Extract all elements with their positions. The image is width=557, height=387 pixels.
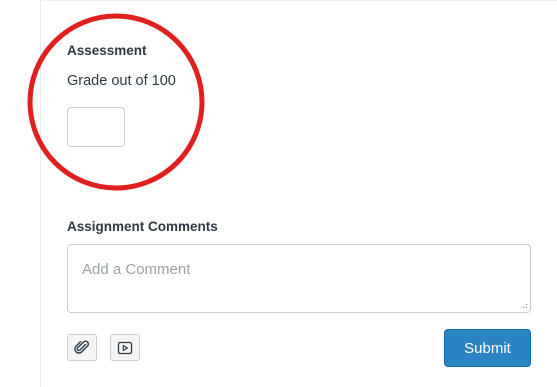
assignment-comments-heading: Assignment Comments [67, 219, 218, 234]
media-play-icon [117, 341, 133, 354]
attach-file-button[interactable] [67, 334, 97, 361]
assessment-heading: Assessment [67, 43, 147, 58]
grade-input[interactable] [67, 107, 125, 147]
grade-label: Grade out of 100 [67, 73, 176, 89]
resize-grip-icon[interactable] [519, 300, 528, 309]
record-media-button[interactable] [110, 334, 140, 361]
submit-button[interactable]: Submit [444, 329, 531, 367]
comment-textarea[interactable] [67, 244, 531, 313]
speedgrader-page: Assessment Grade out of 100 Assignment C… [0, 0, 557, 387]
paperclip-icon [74, 339, 90, 354]
